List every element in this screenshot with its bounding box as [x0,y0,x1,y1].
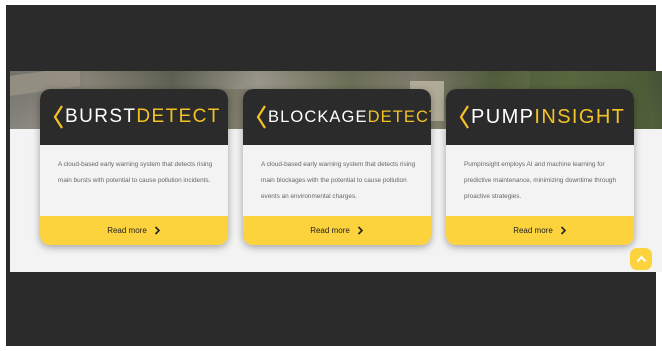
logo-chevron-icon [53,105,63,129]
card-header: BLOCKAGEDETECT [243,89,431,145]
read-more-label: Read more [310,226,350,235]
chevron-right-icon [154,226,160,235]
logo-chevron-icon [459,105,469,129]
product-card-pump-insight: PUMP INSIGHT PumpInsight employs AI and m… [446,89,634,245]
card-header: BURST DETECT [40,89,228,145]
read-more-label: Read more [513,226,553,235]
read-more-button[interactable]: Read more [40,216,228,245]
read-more-label: Read more [107,226,147,235]
logo-text-white: PUMP [471,105,535,128]
burst-detect-logo: BURST DETECT [52,104,221,130]
chevron-up-icon [636,255,646,263]
read-more-button[interactable]: Read more [446,216,634,245]
card-description: A cloud-based early warning system that … [58,161,213,184]
logo-text-white: BURST [65,106,137,127]
chevron-right-icon [357,226,363,235]
blockage-detect-logo: BLOCKAGEDETECT [255,104,431,130]
pump-insight-logo: PUMP INSIGHT [458,104,625,130]
logo-text-yellow: DETECT [367,107,431,126]
chevron-right-icon [560,226,566,235]
scroll-to-top-button[interactable] [630,248,652,270]
logo-text-yellow: DETECT [136,106,221,127]
product-card-blockage-detect: BLOCKAGEDETECT A cloud-based early warni… [243,89,431,245]
product-card-burst-detect: BURST DETECT A cloud-based early warning … [40,89,228,245]
card-header: PUMP INSIGHT [446,89,634,145]
logo-text-white: BLOCKAGE [268,107,368,126]
read-more-button[interactable]: Read more [243,216,431,245]
logo-text-yellow: INSIGHT [534,105,626,128]
card-description: A cloud-based early warning system that … [261,161,416,200]
logo-chevron-icon [256,105,266,129]
card-description: PumpInsight employs AI and machine learn… [464,161,617,200]
